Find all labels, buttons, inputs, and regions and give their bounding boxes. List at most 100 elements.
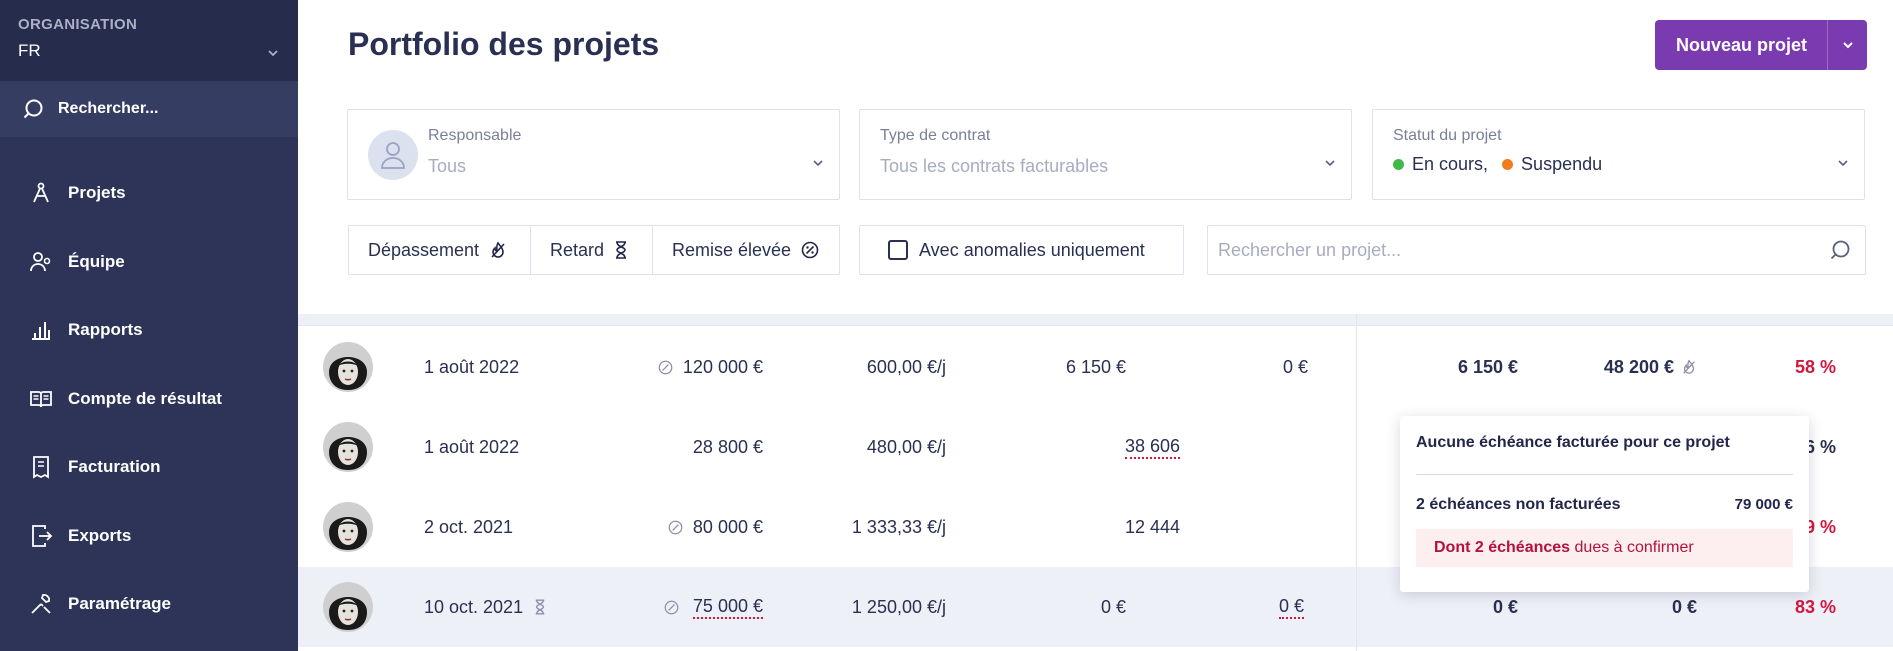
table-row[interactable]: 1 août 2022 120 000 € 600,00 €/j 6 150 €… (298, 327, 1893, 407)
daily-rate: 1 333,33 €/j (851, 516, 946, 537)
anomalies-only-label: Avec anomalies uniquement (919, 239, 1145, 260)
sidebar-item-equipe[interactable]: Équipe (0, 228, 298, 297)
sidebar-item-rapports[interactable]: Rapports (0, 296, 298, 365)
overrun-filter-button[interactable]: Dépassement (349, 226, 531, 274)
quick-filter-group: Dépassement Retard Remise élevée (348, 225, 840, 275)
page-title: Portfolio des projets (348, 26, 660, 62)
start-date-value: 10 oct. 2021 (424, 596, 524, 617)
margin-percent: 58 % (1794, 356, 1836, 377)
book-icon (30, 390, 52, 407)
project-search-input[interactable] (1218, 239, 1829, 261)
status-en-cours: En cours, (1412, 154, 1489, 174)
budget: 120 000 € (658, 327, 763, 407)
tooltip-alert-bold: Dont 2 échéances (1434, 539, 1571, 556)
billed-amount[interactable]: 38 606 (1124, 407, 1180, 487)
budget-value: 75 000 € (692, 595, 763, 619)
search-icon[interactable] (1829, 239, 1851, 261)
sidebar-item-projets[interactable]: Projets (0, 159, 298, 228)
tooltip-alert: Dont 2 échéances dues à confirmer (1416, 529, 1793, 567)
budget: 80 000 € (668, 487, 763, 567)
search-icon (23, 99, 43, 119)
status-dot-green (1393, 159, 1404, 170)
chevron-down-icon (268, 50, 278, 57)
compass-icon (33, 182, 49, 203)
contract-type-filter[interactable]: Type de contrat Tous les contrats factur… (859, 109, 1352, 200)
anomalies-only-checkbox[interactable]: Avec anomalies uniquement (859, 225, 1184, 275)
discount-filter-label: Remise élevée (672, 239, 792, 260)
owner-filter-value: Tous (428, 156, 467, 176)
chevron-down-icon (1325, 160, 1335, 167)
status-suspendu: Suspendu (1521, 154, 1603, 174)
amount-b-value: 48 200 € (1603, 356, 1674, 377)
sidebar-item-label: Équipe (68, 251, 125, 271)
sidebar-item-facturation[interactable]: Facturation (0, 433, 298, 502)
sidebar: ORGANISATION FR Rechercher... Projets Éq… (0, 0, 298, 651)
user-placeholder-icon (368, 130, 418, 180)
chevron-down-icon (813, 160, 823, 167)
avatar (323, 422, 373, 472)
hourglass-icon (616, 241, 627, 259)
sidebar-item-label: Facturation (68, 457, 161, 477)
sidebar-item-compte-de-resultat[interactable]: Compte de résultat (0, 365, 298, 434)
paid-amount-value: 0 € (1278, 595, 1304, 619)
budget: 28 800 € (692, 436, 763, 457)
organisation-label: ORGANISATION (18, 16, 138, 33)
sidebar-item-parametrage[interactable]: Paramétrage (0, 570, 298, 639)
avatar (323, 582, 373, 632)
new-project-label: Nouveau projet (1676, 34, 1808, 55)
status-dot-orange (1502, 159, 1514, 170)
avatar (323, 502, 373, 552)
start-date: 2 oct. 2021 (424, 516, 514, 537)
daily-rate: 600,00 €/j (866, 356, 946, 377)
discount-icon (801, 241, 819, 259)
new-project-menu-toggle[interactable] (1827, 20, 1867, 70)
invoice-icon (33, 456, 49, 479)
billed-amount: 12 444 (1124, 516, 1180, 537)
tooltip-unbilled-label: 2 échéances non facturées (1416, 496, 1621, 513)
chevron-down-icon (1842, 42, 1853, 49)
amount-b: 48 200 € (1604, 327, 1697, 407)
paid-amount[interactable]: 0 € (1278, 567, 1304, 647)
billed-amount: 0 € (1100, 596, 1126, 617)
discount-icon (658, 360, 673, 375)
discount-icon (664, 600, 679, 615)
main-content: Portfolio des projets Nouveau projet Res… (298, 0, 1893, 651)
fire-off-icon (1681, 359, 1697, 375)
table-header (298, 314, 1893, 326)
team-icon (30, 251, 51, 271)
start-date: 10 oct. 2021 (424, 567, 546, 647)
organisation-selector[interactable]: ORGANISATION FR (0, 0, 298, 81)
start-date: 1 août 2022 (424, 436, 520, 457)
sidebar-search[interactable]: Rechercher... (0, 81, 298, 137)
tooltip-unbilled-amount: 79 000 € (1734, 496, 1793, 513)
start-date: 1 août 2022 (424, 356, 520, 377)
sidebar-search-label: Rechercher... (58, 100, 159, 117)
owner-filter[interactable]: Responsable Tous (347, 109, 840, 200)
checkbox-box[interactable] (888, 240, 908, 260)
organisation-value: FR (18, 41, 41, 60)
sidebar-item-label: Rapports (68, 320, 143, 340)
hourglass-icon (534, 599, 546, 615)
owner-filter-label: Responsable (428, 127, 522, 144)
sidebar-nav: Projets Équipe Rapports Compte de résult… (0, 159, 298, 639)
discount-icon (668, 520, 683, 535)
daily-rate: 480,00 €/j (866, 436, 946, 457)
delay-filter-button[interactable]: Retard (531, 226, 653, 274)
export-icon (32, 524, 53, 547)
fire-off-icon (491, 241, 505, 258)
new-project-button[interactable]: Nouveau projet (1655, 20, 1867, 70)
contract-type-label: Type de contrat (880, 127, 991, 144)
overrun-filter-label: Dépassement (368, 239, 480, 260)
billed-amount-value: 38 606 (1124, 435, 1180, 459)
sidebar-item-label: Projets (68, 183, 126, 203)
tooltip-unbilled-line: 2 échéances non facturées 79 000 € (1416, 496, 1793, 514)
project-status-values: En cours, Suspendu (1393, 154, 1602, 175)
project-search (1207, 225, 1866, 275)
sidebar-item-exports[interactable]: Exports (0, 502, 298, 571)
billed-amount: 6 150 € (1065, 356, 1126, 377)
budget-value: 120 000 € (682, 356, 763, 377)
discount-filter-button[interactable]: Remise élevée (653, 226, 839, 274)
tooltip-title: Aucune échéance facturée pour ce projet (1416, 416, 1793, 475)
project-status-filter[interactable]: Statut du projet En cours, Suspendu (1372, 109, 1865, 200)
tooltip-alert-rest: dues à confirmer (1574, 539, 1694, 556)
